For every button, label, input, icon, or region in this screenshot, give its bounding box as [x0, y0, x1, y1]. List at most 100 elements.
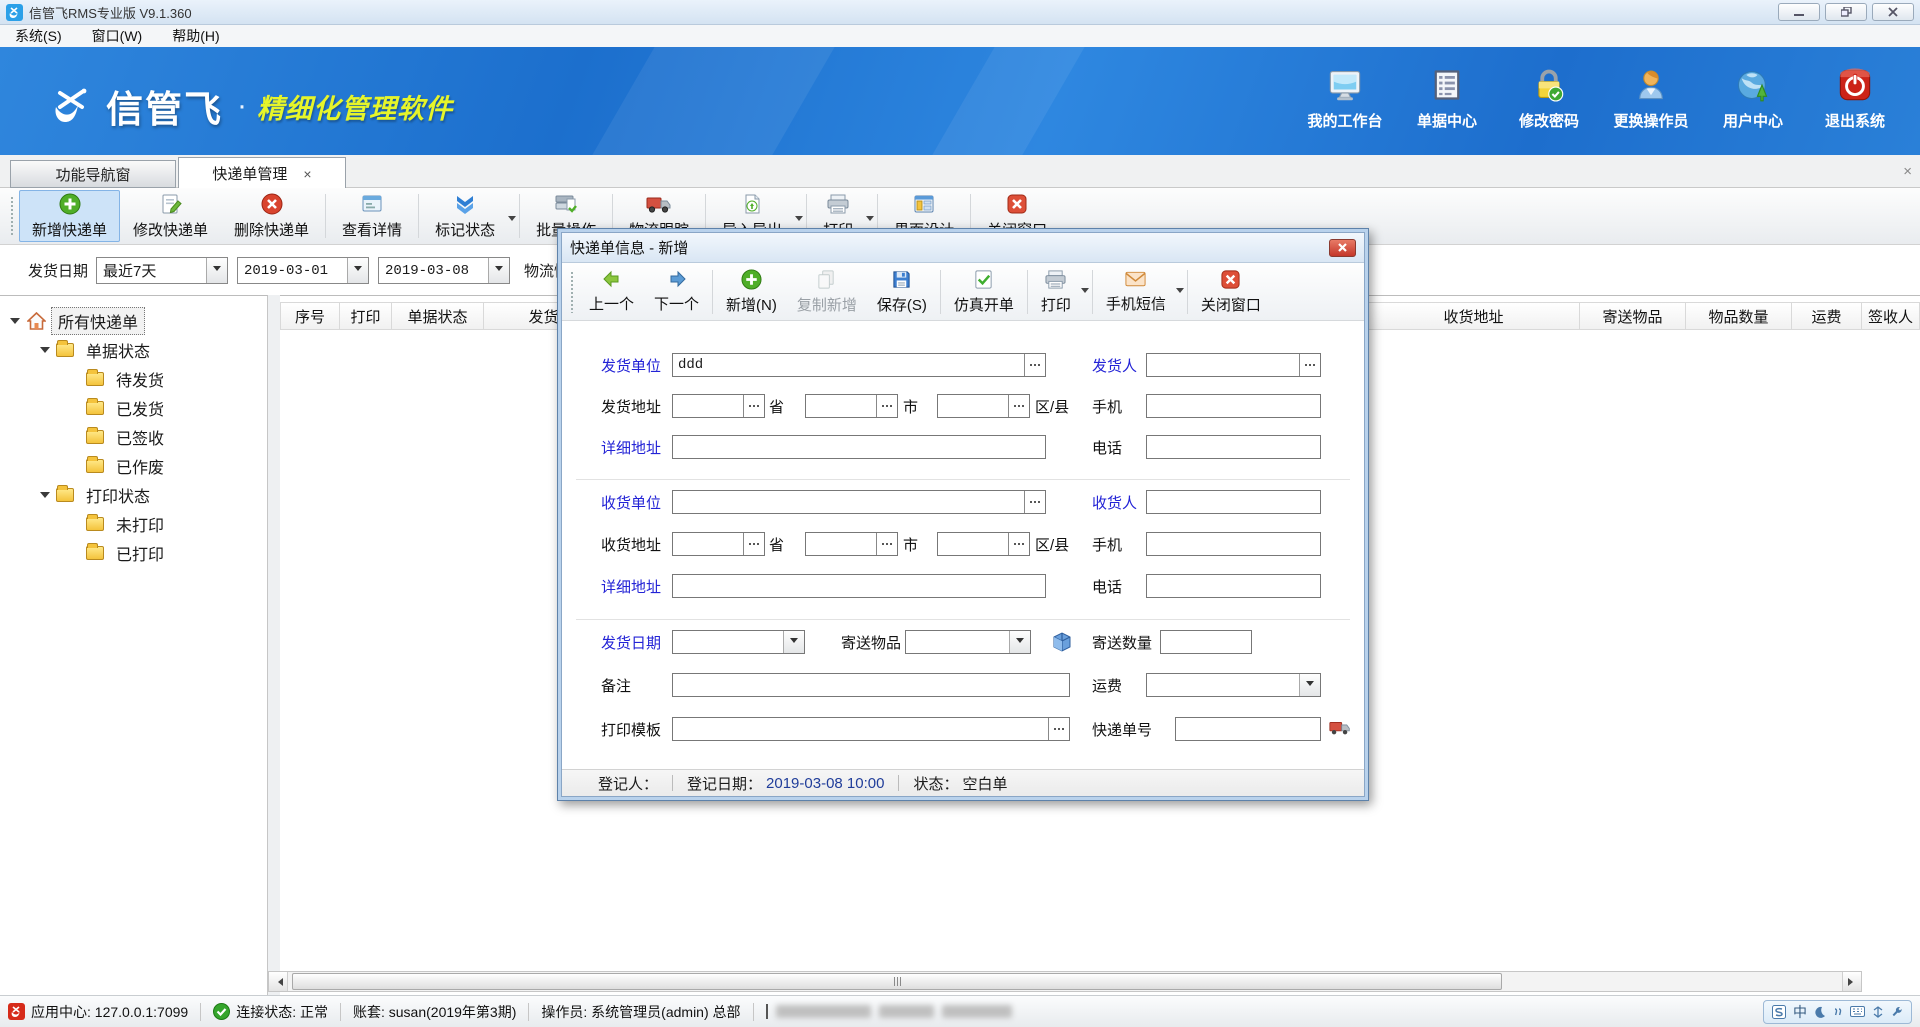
expander-icon[interactable] — [38, 488, 52, 502]
tab-close-icon[interactable]: × — [303, 166, 311, 182]
print-template-field[interactable] — [672, 717, 1070, 741]
combo-arrow-icon[interactable] — [206, 258, 227, 283]
dialog-add-button[interactable]: 新增(N) — [716, 266, 787, 318]
ship-city-field[interactable] — [805, 394, 898, 418]
sms-dropdown-icon[interactable] — [1176, 288, 1184, 297]
date-from-combo[interactable]: 2019-03-01 — [237, 257, 369, 284]
edit-express-button[interactable]: 修改快递单 — [120, 190, 221, 242]
switch-operator-button[interactable]: 更换操作员 — [1600, 67, 1702, 131]
tree-item-signed[interactable]: 已签收 — [0, 422, 267, 451]
combo-arrow-icon[interactable] — [347, 258, 368, 283]
recv-mobile-field[interactable] — [1146, 532, 1321, 556]
menu-window[interactable]: 窗口(W) — [77, 26, 158, 46]
mark-status-dropdown-icon[interactable] — [508, 216, 516, 225]
combo-arrow-icon[interactable] — [1009, 631, 1030, 653]
delete-express-button[interactable]: 删除快递单 — [221, 190, 322, 242]
user-center-button[interactable]: 用户中心 — [1702, 67, 1804, 131]
scroll-right-icon[interactable] — [1842, 972, 1861, 991]
lookup-icon[interactable] — [1008, 395, 1029, 417]
recv-district-field[interactable] — [937, 532, 1030, 556]
tab-function-navigator[interactable]: 功能导航窗 — [10, 160, 176, 188]
sms-button[interactable]: 手机短信 — [1096, 266, 1176, 317]
date-to-combo[interactable]: 2019-03-08 — [378, 257, 510, 284]
print-dropdown-icon[interactable] — [1081, 288, 1089, 297]
ime-toolbox-icon[interactable] — [1872, 1006, 1884, 1018]
prev-record-button[interactable]: 上一个 — [579, 266, 644, 317]
document-center-button[interactable]: 单据中心 — [1396, 67, 1498, 131]
ship-mobile-field[interactable] — [1146, 394, 1321, 418]
dialog-close-window-button[interactable]: 关闭窗口 — [1191, 266, 1271, 318]
lookup-icon[interactable] — [876, 533, 897, 555]
tree-item-print-status[interactable]: 打印状态 — [0, 480, 267, 509]
tree-item-doc-status[interactable]: 单据状态 — [0, 335, 267, 364]
col-header-print[interactable]: 打印 — [340, 302, 392, 330]
scrollbar-thumb[interactable] — [292, 973, 1502, 990]
ship-province-field[interactable] — [672, 394, 765, 418]
date-preset-combo[interactable]: 最近7天 — [96, 257, 228, 284]
minimize-button[interactable] — [1778, 3, 1820, 21]
dialog-close-button[interactable] — [1329, 239, 1356, 257]
recv-phone-field[interactable] — [1146, 574, 1321, 598]
lookup-icon[interactable] — [743, 533, 764, 555]
col-header-seq[interactable]: 序号 — [280, 302, 340, 330]
ime-toolbar[interactable]: 中 — [1763, 1000, 1912, 1024]
lookup-icon[interactable] — [1008, 533, 1029, 555]
tree-item-printed[interactable]: 已打印 — [0, 538, 267, 567]
item-book-icon[interactable] — [1051, 631, 1073, 653]
simulate-billing-button[interactable]: 仿真开单 — [944, 266, 1024, 318]
expander-icon[interactable] — [8, 314, 22, 328]
recv-unit-field[interactable] — [672, 490, 1046, 514]
lookup-icon[interactable] — [1024, 491, 1045, 513]
ime-keyboard-icon[interactable] — [1850, 1006, 1865, 1017]
lookup-icon[interactable] — [1024, 354, 1045, 376]
qty-field[interactable] — [1160, 630, 1252, 654]
col-header-recv-address[interactable]: 收货地址 — [1368, 302, 1580, 330]
lookup-icon[interactable] — [743, 395, 764, 417]
lookup-icon[interactable] — [1299, 354, 1320, 376]
mark-status-button[interactable]: 标记状态 — [422, 190, 508, 242]
tab-express-management[interactable]: 快递单管理 × — [178, 157, 346, 189]
tracking-no-field[interactable] — [1175, 717, 1321, 741]
ship-unit-field[interactable]: ddd — [672, 353, 1046, 377]
col-header-freight[interactable]: 运费 — [1792, 302, 1862, 330]
ship-date-combo[interactable] — [672, 630, 805, 654]
col-header-signer[interactable]: 签收人 — [1862, 302, 1920, 330]
dialog-print-button[interactable]: 打印 — [1031, 266, 1081, 318]
recv-detail-addr-field[interactable] — [672, 574, 1046, 598]
ime-moon-icon[interactable] — [1814, 1006, 1826, 1018]
ship-detail-addr-field[interactable] — [672, 435, 1046, 459]
horizontal-scrollbar[interactable] — [268, 971, 1862, 992]
ime-punctuation-icon[interactable] — [1833, 1007, 1843, 1017]
recv-province-field[interactable] — [672, 532, 765, 556]
ship-district-field[interactable] — [937, 394, 1030, 418]
combo-arrow-icon[interactable] — [1299, 674, 1320, 696]
close-button[interactable] — [1872, 3, 1914, 21]
receiver-field[interactable] — [1146, 490, 1321, 514]
ime-wrench-icon[interactable] — [1891, 1006, 1903, 1018]
lookup-icon[interactable] — [876, 395, 897, 417]
freight-combo[interactable] — [1146, 673, 1321, 697]
shipper-field[interactable] — [1146, 353, 1321, 377]
combo-arrow-icon[interactable] — [783, 631, 804, 653]
tabstrip-close-icon[interactable]: × — [1903, 163, 1912, 180]
import-export-dropdown-icon[interactable] — [795, 216, 803, 225]
exit-system-button[interactable]: 退出系统 — [1804, 67, 1906, 131]
expander-icon[interactable] — [38, 343, 52, 357]
view-detail-button[interactable]: 查看详情 — [329, 190, 415, 242]
tree-item-shipped[interactable]: 已发货 — [0, 393, 267, 422]
print-dropdown-icon[interactable] — [866, 216, 874, 225]
menu-system[interactable]: 系统(S) — [0, 26, 77, 46]
col-header-item[interactable]: 寄送物品 — [1580, 302, 1686, 330]
panel-splitter[interactable] — [268, 295, 280, 995]
item-combo[interactable] — [905, 630, 1031, 654]
restore-button[interactable] — [1825, 3, 1867, 21]
menu-help[interactable]: 帮助(H) — [157, 26, 234, 46]
remark-field[interactable] — [672, 673, 1070, 697]
ime-mode-indicator[interactable]: 中 — [1793, 1002, 1807, 1022]
combo-arrow-icon[interactable] — [488, 258, 509, 283]
tree-item-pending-ship[interactable]: 待发货 — [0, 364, 267, 393]
workbench-button[interactable]: 我的工作台 — [1294, 67, 1396, 131]
add-express-button[interactable]: 新增快递单 — [19, 190, 120, 242]
change-password-button[interactable]: 修改密码 — [1498, 67, 1600, 131]
scroll-left-icon[interactable] — [269, 972, 288, 991]
